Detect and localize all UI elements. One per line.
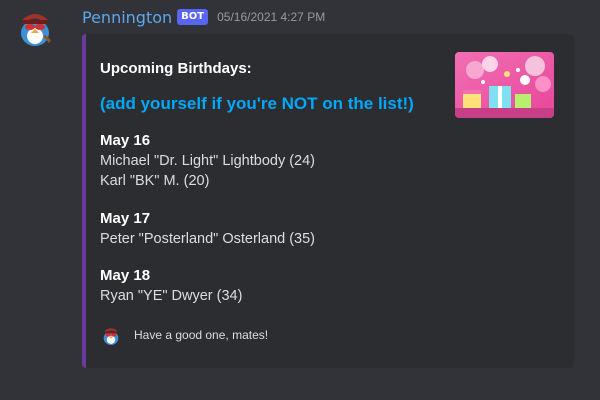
embed-title: Upcoming Birthdays: — [100, 60, 252, 77]
penguin-mascot-icon — [14, 6, 56, 48]
footer-avatar — [100, 324, 122, 346]
bot-avatar[interactable] — [14, 6, 56, 48]
birthday-party-image — [455, 52, 554, 118]
chat-message: Pennington BOT 05/16/2021 4:27 PM Upcomi… — [0, 0, 600, 400]
embed-footer: Have a good one, mates! — [100, 324, 268, 346]
birthday-entry: Peter "Posterland" Osterland (35) — [100, 231, 316, 247]
footer-text: Have a good one, mates! — [134, 328, 269, 342]
rich-embed: Upcoming Birthdays: (add yourself if you… — [82, 34, 574, 368]
author-name[interactable]: Pennington — [82, 8, 172, 27]
date-heading: May 17 — [100, 210, 151, 227]
birthday-group-may-17: May 17 Peter "Posterland" Osterland (35) — [100, 209, 315, 249]
embed-subtitle: (add yourself if you're NOT on the list!… — [100, 94, 414, 113]
birthday-group-may-16: May 16 Michael "Dr. Light" Lightbody (24… — [100, 131, 315, 191]
birthday-group-may-18: May 18 Ryan "YE" Dwyer (34) — [100, 266, 242, 306]
penguin-mascot-icon — [100, 324, 122, 346]
date-heading: May 16 — [100, 132, 151, 149]
birthday-entry: Michael "Dr. Light" Lightbody (24) — [100, 153, 316, 169]
date-heading: May 18 — [100, 267, 151, 284]
message-header: Pennington BOT 05/16/2021 4:27 PM — [82, 6, 325, 28]
birthday-entry: Karl "BK" M. (20) — [100, 173, 210, 189]
bot-badge: BOT — [177, 9, 209, 25]
embed-thumbnail[interactable] — [455, 52, 554, 118]
message-timestamp: 05/16/2021 4:27 PM — [217, 10, 326, 24]
birthday-entry: Ryan "YE" Dwyer (34) — [100, 288, 243, 304]
